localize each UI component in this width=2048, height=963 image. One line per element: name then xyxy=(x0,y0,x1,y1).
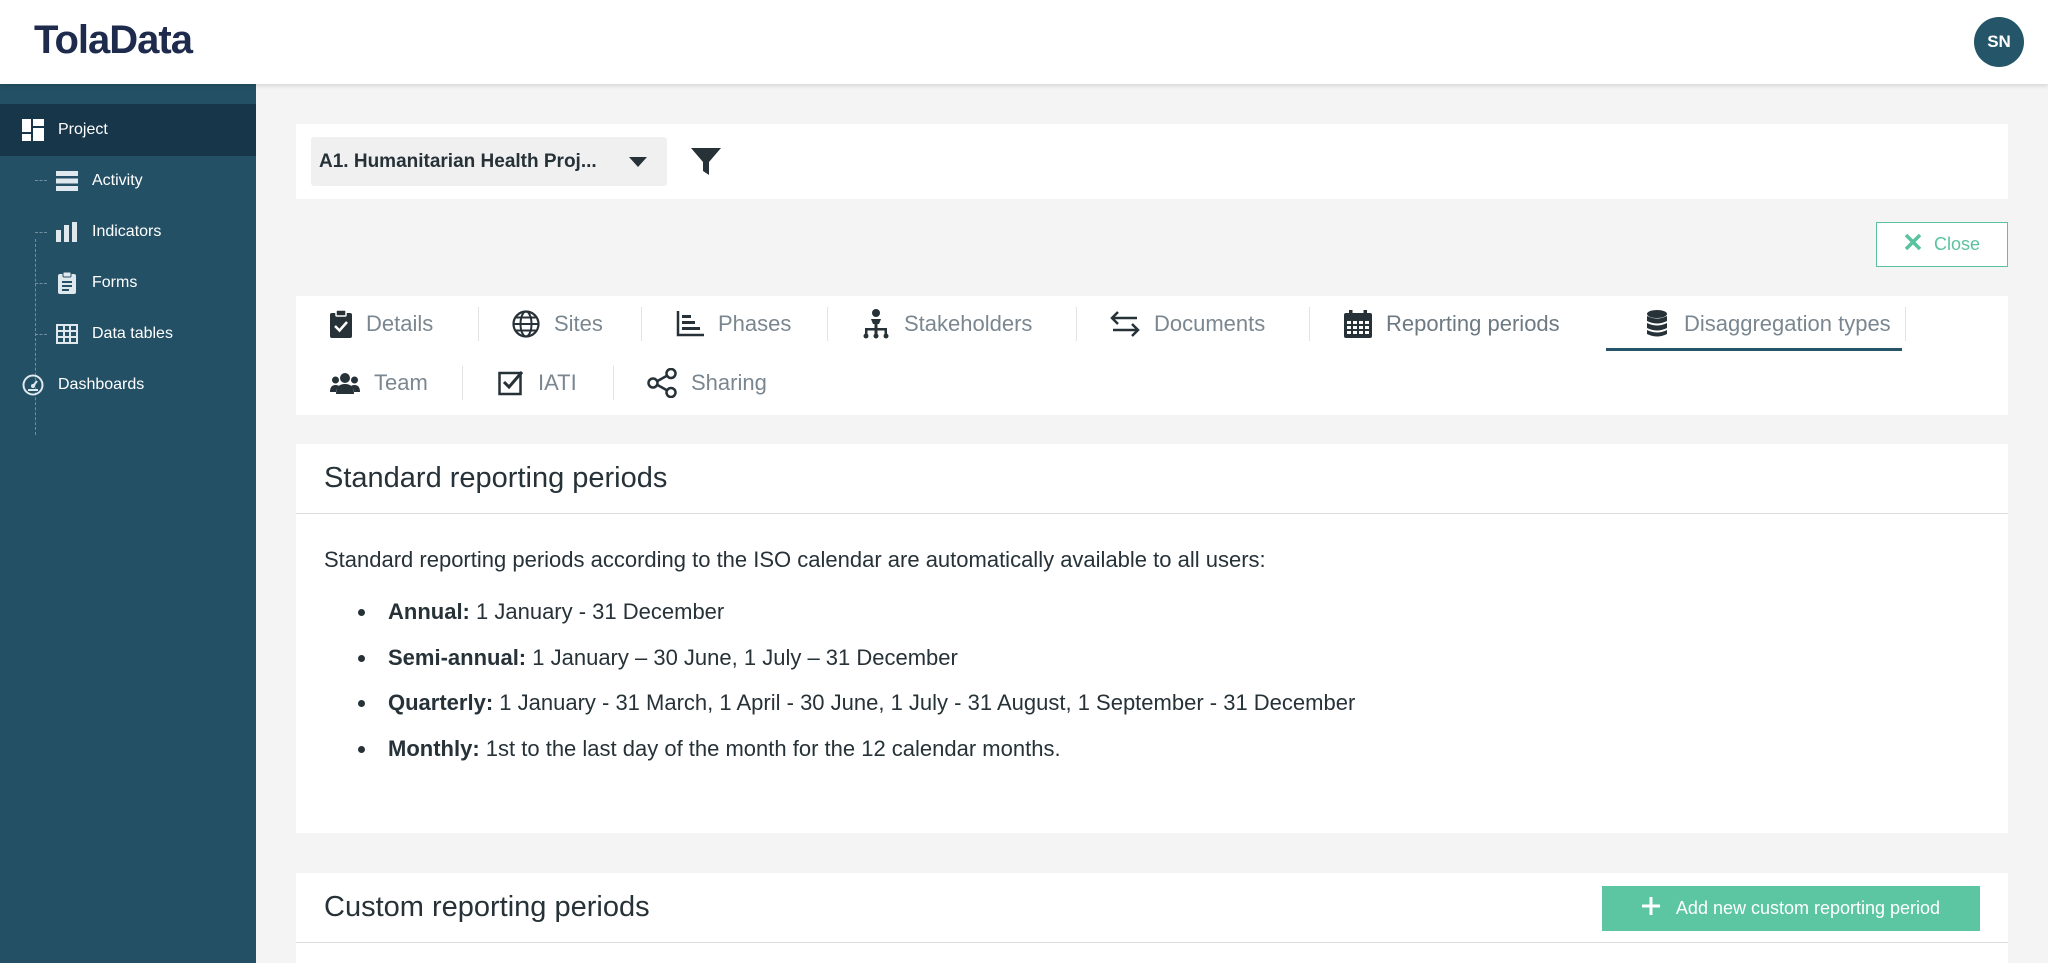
sidebar-item-activity[interactable]: Activity xyxy=(0,155,256,207)
tab-label: Reporting periods xyxy=(1386,311,1560,336)
tab-label: Sharing xyxy=(691,370,767,395)
tab-reporting-periods[interactable]: Reporting periods xyxy=(1344,296,1560,352)
tab-label: IATI xyxy=(538,370,577,395)
add-custom-period-button[interactable]: Add new custom reporting period xyxy=(1602,886,1980,931)
list-item: Annual: 1 January - 31 December xyxy=(356,599,1980,645)
period-text: 1 January – 30 June, 1 July – 31 Decembe… xyxy=(532,644,958,670)
clipboard-check-icon xyxy=(330,310,352,338)
tab-label: Disaggregation types xyxy=(1684,311,1891,336)
tab-label: Details xyxy=(366,311,434,336)
calendar-icon xyxy=(1344,310,1372,338)
server-stack-icon xyxy=(56,170,78,192)
close-label: Close xyxy=(1933,234,1981,254)
close-button[interactable]: Close xyxy=(1876,222,2008,267)
exchange-arrows-icon xyxy=(1110,311,1140,337)
tab-label: Sites xyxy=(554,311,603,336)
tab-sites[interactable]: Sites xyxy=(512,296,603,352)
sidebar-item-indicators[interactable]: Indicators xyxy=(0,206,256,258)
sidebar-item-forms[interactable]: Forms xyxy=(0,257,256,309)
list-item: Quarterly: 1 January - 31 March, 1 April… xyxy=(356,690,1980,736)
caret-down-icon xyxy=(629,157,647,167)
period-term: Monthly: xyxy=(388,735,480,761)
users-icon xyxy=(330,372,360,394)
close-icon xyxy=(1904,233,1922,256)
table-icon xyxy=(56,323,78,345)
sidebar-item-label: Dashboards xyxy=(58,376,145,393)
bar-chart-icon xyxy=(56,221,78,243)
dashboard-grid-icon xyxy=(22,119,44,141)
intro-text: Standard reporting periods according to … xyxy=(324,547,1266,572)
sidebar-item-label: Indicators xyxy=(92,223,162,240)
card-body: Standard reporting periods according to … xyxy=(296,514,2008,781)
checkbox-icon xyxy=(498,370,524,396)
gauge-icon xyxy=(22,374,44,396)
tab-team[interactable]: Team xyxy=(330,355,428,411)
sidebar-item-label: Project xyxy=(58,121,108,138)
app-logo[interactable]: TolaData xyxy=(34,18,193,63)
card-title: Standard reporting periods xyxy=(296,444,2008,514)
list-item: Semi-annual: 1 January – 30 June, 1 July… xyxy=(356,645,1980,691)
sidebar-item-data-tables[interactable]: Data tables xyxy=(0,308,256,360)
chart-bars-icon xyxy=(676,311,704,337)
tab-documents[interactable]: Documents xyxy=(1110,296,1265,352)
sidebar: Project Activity Indicators Forms Data t… xyxy=(0,84,256,963)
tab-sharing[interactable]: Sharing xyxy=(647,355,767,411)
tab-stakeholders[interactable]: Stakeholders xyxy=(862,296,1032,352)
database-icon xyxy=(1644,309,1670,339)
user-avatar[interactable]: SN xyxy=(1974,17,2024,67)
tab-label: Team xyxy=(374,370,428,395)
clipboard-icon xyxy=(56,272,78,294)
standard-periods-card: Standard reporting periods Standard repo… xyxy=(296,444,2008,833)
funnel-icon[interactable] xyxy=(690,146,722,183)
sitemap-icon xyxy=(862,309,890,339)
period-term: Annual: xyxy=(388,599,470,624)
sidebar-item-label: Forms xyxy=(92,274,138,291)
period-text: 1st to the last day of the month for the… xyxy=(485,735,1061,761)
tab-label: Stakeholders xyxy=(904,311,1033,336)
tab-disaggregation-types[interactable]: Disaggregation types xyxy=(1644,296,1891,352)
project-tabs: Details Sites Phases Stakeholders Docume… xyxy=(296,296,2008,415)
period-text: 1 January - 31 December xyxy=(476,599,725,624)
sidebar-item-label: Data tables xyxy=(92,325,173,342)
globe-icon xyxy=(512,310,540,338)
plus-icon xyxy=(1641,897,1660,920)
sidebar-item-dashboards[interactable]: Dashboards xyxy=(0,359,256,411)
sidebar-item-label: Activity xyxy=(92,172,143,189)
tab-phases[interactable]: Phases xyxy=(676,296,791,352)
top-header: TolaData SN xyxy=(0,0,2048,84)
tab-details[interactable]: Details xyxy=(330,296,433,352)
filter-bar: A1. Humanitarian Health Proj... xyxy=(296,124,2008,199)
add-button-label: Add new custom reporting period xyxy=(1675,898,1941,918)
period-text: 1 January - 31 March, 1 April - 30 June,… xyxy=(499,690,1356,715)
sidebar-item-project[interactable]: Project xyxy=(0,104,256,156)
period-term: Semi-annual: xyxy=(388,644,527,670)
custom-periods-card: Custom reporting periods Add new custom … xyxy=(296,873,2008,963)
program-select-value: A1. Humanitarian Health Proj... xyxy=(319,150,597,172)
list-item: Monthly: 1st to the last day of the mont… xyxy=(356,736,1980,782)
period-list: Annual: 1 January - 31 December Semi-ann… xyxy=(324,599,1980,781)
tab-iati[interactable]: IATI xyxy=(498,355,577,411)
tab-label: Phases xyxy=(718,311,792,336)
share-nodes-icon xyxy=(647,368,677,398)
period-term: Quarterly: xyxy=(388,690,494,715)
program-select[interactable]: A1. Humanitarian Health Proj... xyxy=(311,137,667,186)
tab-label: Documents xyxy=(1154,311,1266,336)
